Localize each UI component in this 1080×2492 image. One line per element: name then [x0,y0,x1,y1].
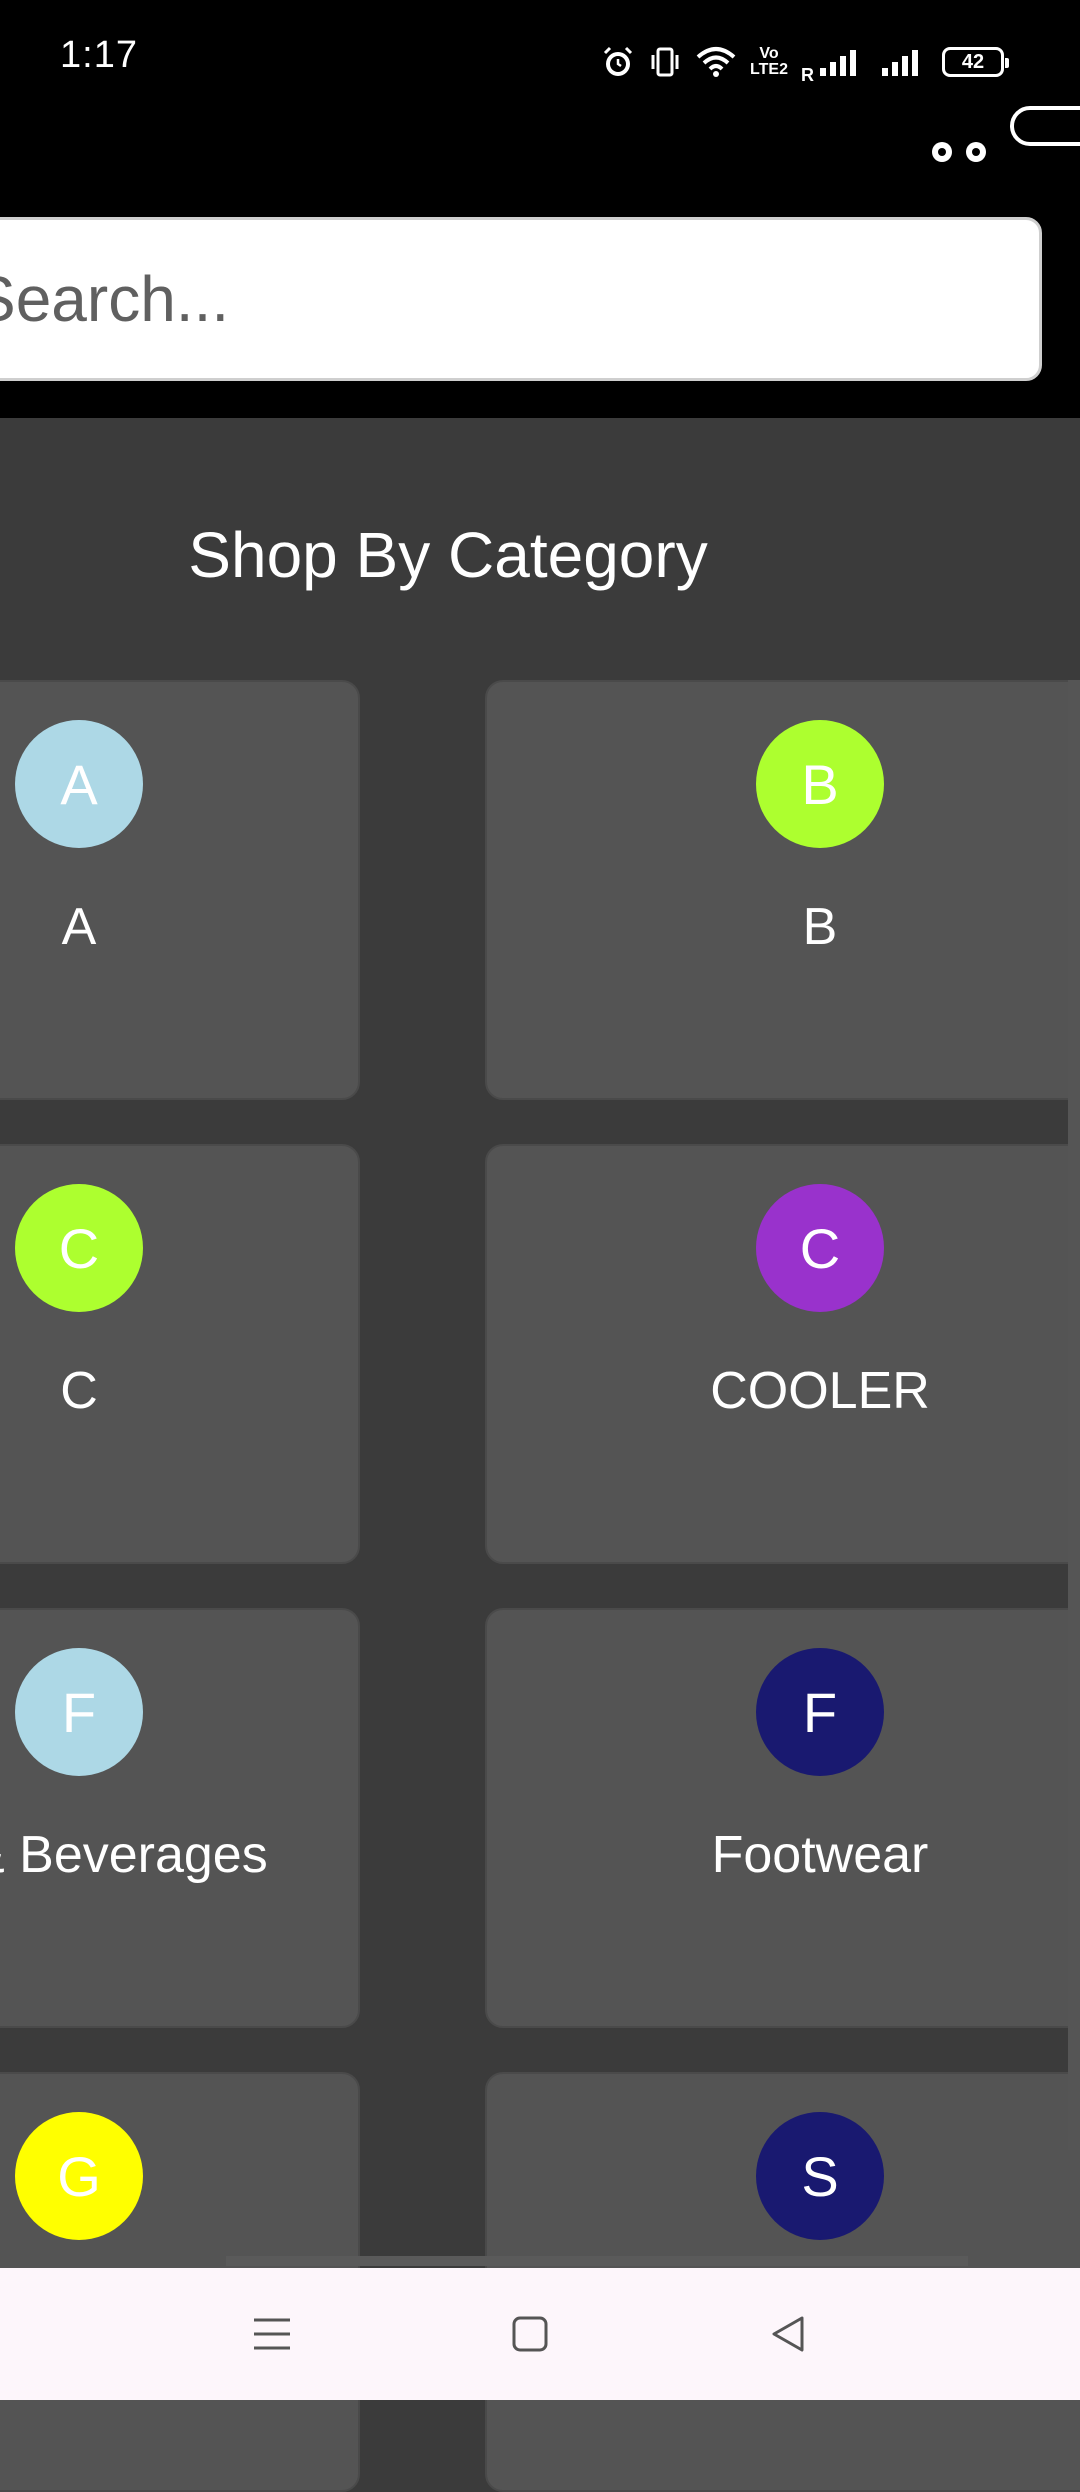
category-label: C [60,1362,98,1420]
category-avatar: G [15,2112,143,2240]
alarm-icon [601,45,635,79]
wifi-icon [695,45,737,79]
category-label: B [802,898,838,956]
status-time: 1:17 [60,34,138,76]
category-avatar: A [15,720,143,848]
signal-strength-icon [818,46,866,78]
category-avatar: B [756,720,884,848]
search-input[interactable] [0,261,1039,337]
category-card-b[interactable]: B B [485,680,1080,1100]
category-card-cooler[interactable]: C COOLER [485,1144,1080,1564]
menu-icon[interactable] [242,2304,302,2364]
vertical-scrollbar[interactable] [1068,680,1080,2150]
category-card-a[interactable]: A A [0,680,360,1100]
category-label: Footwear [711,1826,929,1884]
signal-strength-2-icon [880,46,928,78]
category-label: & Beverages [0,1826,268,1884]
horizontal-scrollbar[interactable] [226,2256,968,2266]
cart-icon[interactable] [920,106,1010,166]
vibrate-icon [649,45,681,79]
home-square-icon[interactable] [500,2304,560,2364]
section-title: Shop By Category [188,519,708,591]
category-label: COOLER [710,1362,930,1420]
category-card-footwear[interactable]: F Footwear [485,1608,1080,2028]
status-icons: Vo LTE2 R 42 [601,38,1009,86]
volte-icon: Vo LTE2 [750,45,788,78]
back-triangle-icon[interactable] [758,2304,818,2364]
category-section: Shop By Category A A B B C C C COOLER F … [0,418,1080,2492]
status-bar: 1:17 Vo LTE2 R 42 [0,0,1080,124]
category-card-food-beverages[interactable]: F & Beverages [0,1608,360,2028]
system-nav-bar [0,2268,1080,2400]
category-avatar: C [15,1184,143,1312]
category-label: A [61,898,97,956]
battery-icon: 42 [942,47,1009,77]
roaming-indicator: R [801,65,814,85]
category-avatar: F [15,1648,143,1776]
category-avatar: C [756,1184,884,1312]
category-avatar: S [756,2112,884,2240]
header-action-pill[interactable] [1010,106,1080,146]
category-card-c[interactable]: C C [0,1144,360,1564]
search-bar[interactable] [0,217,1042,381]
app-header [0,106,1080,418]
category-avatar: F [756,1648,884,1776]
